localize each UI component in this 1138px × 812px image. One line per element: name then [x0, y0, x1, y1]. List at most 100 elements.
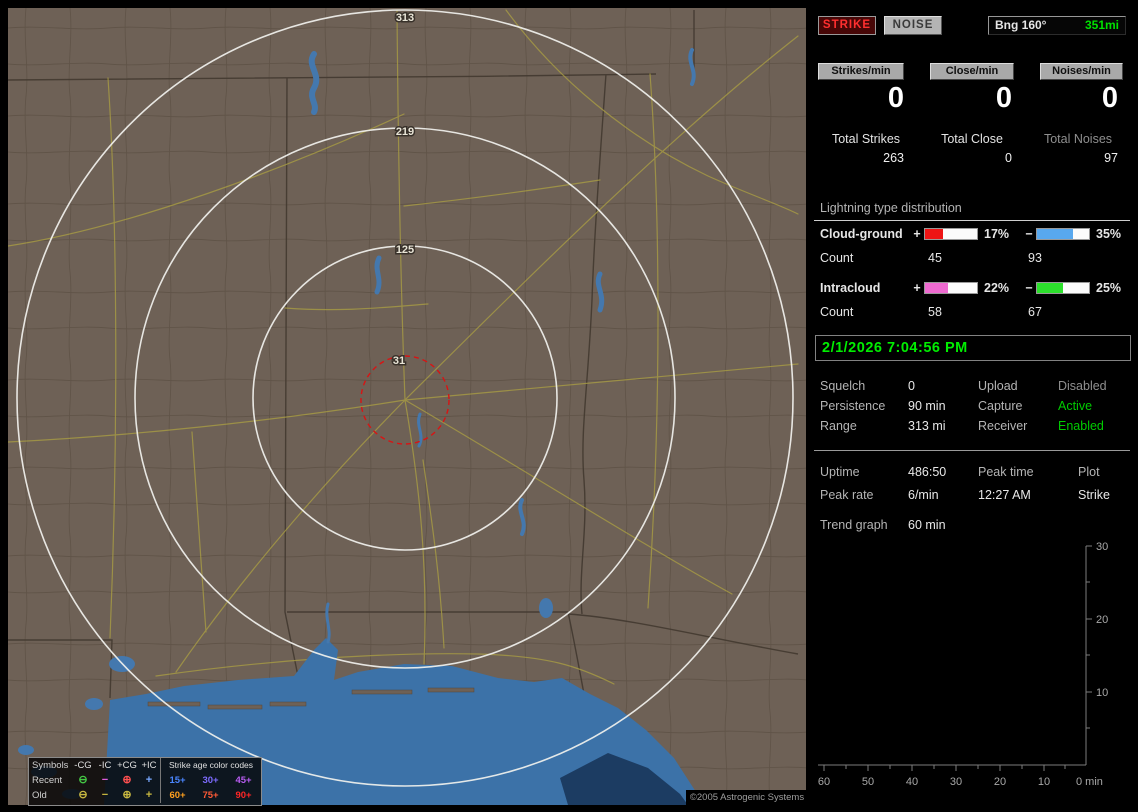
range-receiver-row: Range 313 mi Receiver Enabled [814, 416, 1130, 436]
cg-negative-percent: 35% [1096, 227, 1122, 241]
squelch-label: Squelch [820, 379, 866, 393]
range-ring-label: 219 [396, 126, 414, 138]
legend-age-section: Strike age color codes [160, 758, 261, 773]
range-ring-label: 313 [396, 12, 414, 24]
cg-negative-bar [1036, 228, 1090, 240]
ic-positive-bar [924, 282, 978, 294]
plus-sign: + [913, 281, 921, 295]
receiver-status: Enabled [1058, 419, 1104, 433]
minus-sign: − [1025, 227, 1033, 241]
cg-positive-bar [924, 228, 978, 240]
peak-time-value: 12:27 AM [978, 488, 1031, 502]
strikes-per-min-button[interactable]: Strikes/min [818, 63, 904, 80]
x-tick-30: 30 [950, 776, 962, 788]
legend-old-label: Old [32, 790, 47, 801]
total-close-label: Total Close [941, 132, 1003, 146]
legend-col-pos-cg: +CG [117, 760, 137, 771]
map-legend: Symbols -CG -IC +CG +IC Strike age color… [28, 757, 262, 806]
copyright-notice: ©2005 Astrogenic Systems [686, 790, 808, 805]
noises-per-min-button[interactable]: Noises/min [1040, 63, 1123, 80]
count-label: Count [820, 305, 854, 319]
legend-recent-row: Recent ⊖ − ⊕ + 15+ 30+ 45+ [29, 773, 261, 788]
age-75: 75+ [202, 790, 219, 801]
peak-rate-label: Peak rate [820, 488, 874, 502]
count-label: Count [820, 251, 854, 265]
lightning-map[interactable]: 313 219 125 31 Symbols -CG -IC +CG +IC S… [8, 8, 808, 806]
peak-rate-value: 6/min [908, 488, 939, 502]
strikes-per-min-value: 0 [887, 82, 904, 114]
plot-mode-value: Strike [1078, 488, 1110, 502]
upload-status: Disabled [1058, 379, 1107, 393]
legend-old-ages: 60+ 75+ 90+ [160, 788, 261, 803]
graph-axes [818, 546, 1087, 766]
total-strikes-value: 263 [883, 151, 904, 165]
total-noises-label: Total Noises [1043, 132, 1113, 146]
y-tick-30: 30 [1096, 541, 1108, 553]
cg-positive-bar-fill [925, 229, 943, 239]
cg-negative-count: 93 [1028, 251, 1042, 265]
peak-rate-row: Peak rate 6/min 12:27 AM Strike [814, 485, 1130, 505]
ic-negative-count: 67 [1028, 305, 1042, 319]
x-tick-50: 50 [862, 776, 874, 788]
uptime-label: Uptime [820, 465, 860, 479]
recent-pos-cg-icon: ⊕ [122, 774, 132, 786]
plus-sign: + [913, 227, 921, 241]
legend-col-neg-ic: -IC [98, 760, 112, 771]
x-tick-zero-min: 0 min [1076, 776, 1103, 788]
strike-toggle-button[interactable]: STRIKE [818, 16, 876, 35]
divider [814, 220, 1130, 221]
intracloud-count-row: Count 58 67 [820, 305, 1042, 319]
legend-header-row: Symbols -CG -IC +CG +IC Strike age color… [29, 758, 261, 773]
datetime-display: 2/1/2026 7:04:56 PM [815, 335, 1131, 361]
graph-ticks [823, 545, 1092, 771]
x-tick-10: 10 [1038, 776, 1050, 788]
recent-neg-ic-icon: − [101, 774, 109, 786]
trend-graph-label: Trend graph [820, 518, 888, 532]
age-30: 30+ [202, 775, 219, 786]
bearing-label: Bng 160° [995, 18, 1047, 32]
y-tick-10: 10 [1096, 687, 1108, 699]
trend-graph-value: 60 min [908, 518, 946, 532]
legend-recent-label: Recent [32, 775, 63, 786]
y-tick-20: 20 [1096, 614, 1108, 626]
x-tick-40: 40 [906, 776, 918, 788]
legend-recent-ages: 15+ 30+ 45+ [160, 773, 261, 788]
ic-positive-percent: 22% [984, 281, 1010, 295]
capture-status: Active [1058, 399, 1093, 413]
legend-old-row: Old ⊖ − ⊕ + 60+ 75+ 90+ [29, 788, 261, 803]
range-ring-label: 125 [396, 244, 414, 256]
age-60: 60+ [169, 790, 186, 801]
old-neg-ic-icon: − [101, 789, 109, 801]
squelch-upload-row: Squelch 0 Upload Disabled [814, 376, 1130, 396]
peak-time-label: Peak time [978, 465, 1034, 479]
minus-sign: − [1025, 281, 1033, 295]
bearing-readout: Bng 160° 351mi [988, 16, 1126, 35]
noise-toggle-button[interactable]: NOISE [884, 16, 942, 35]
cloud-ground-row: Cloud-ground + 17% − 35% [820, 227, 1130, 241]
status-panel: STRIKE NOISE Bng 160° 351mi Strikes/min … [814, 8, 1131, 804]
total-strikes-label: Total Strikes [831, 132, 901, 146]
ic-negative-bar-fill [1037, 283, 1063, 293]
cg-positive-count: 45 [928, 251, 942, 265]
range-value: 313 mi [908, 419, 946, 433]
trend-graph: 30 20 10 60 50 40 30 20 10 0 min [818, 541, 1108, 788]
intracloud-label: Intracloud [820, 281, 881, 295]
persistence-capture-row: Persistence 90 min Capture Active [814, 396, 1130, 416]
persistence-value: 90 min [908, 399, 946, 413]
intracloud-row: Intracloud + 22% − 25% [820, 281, 1130, 295]
total-close-value: 0 [1005, 151, 1012, 165]
cg-positive-percent: 17% [984, 227, 1010, 241]
ic-negative-bar [1036, 282, 1090, 294]
noises-per-min-value: 0 [1101, 82, 1118, 114]
squelch-value: 0 [908, 379, 915, 393]
legend-symbols-title: Symbols [32, 760, 69, 771]
x-tick-20: 20 [994, 776, 1006, 788]
legend-col-neg-cg: -CG [74, 760, 92, 771]
bearing-range-value: 351mi [1084, 18, 1119, 32]
close-per-min-button[interactable]: Close/min [930, 63, 1014, 80]
stormvue-window: 313 219 125 31 Symbols -CG -IC +CG +IC S… [0, 0, 1138, 812]
recent-pos-ic-icon: + [145, 774, 153, 786]
trend-graph-row: Trend graph 60 min [814, 515, 1130, 535]
close-per-min-value: 0 [995, 82, 1012, 114]
ic-negative-percent: 25% [1096, 281, 1122, 295]
